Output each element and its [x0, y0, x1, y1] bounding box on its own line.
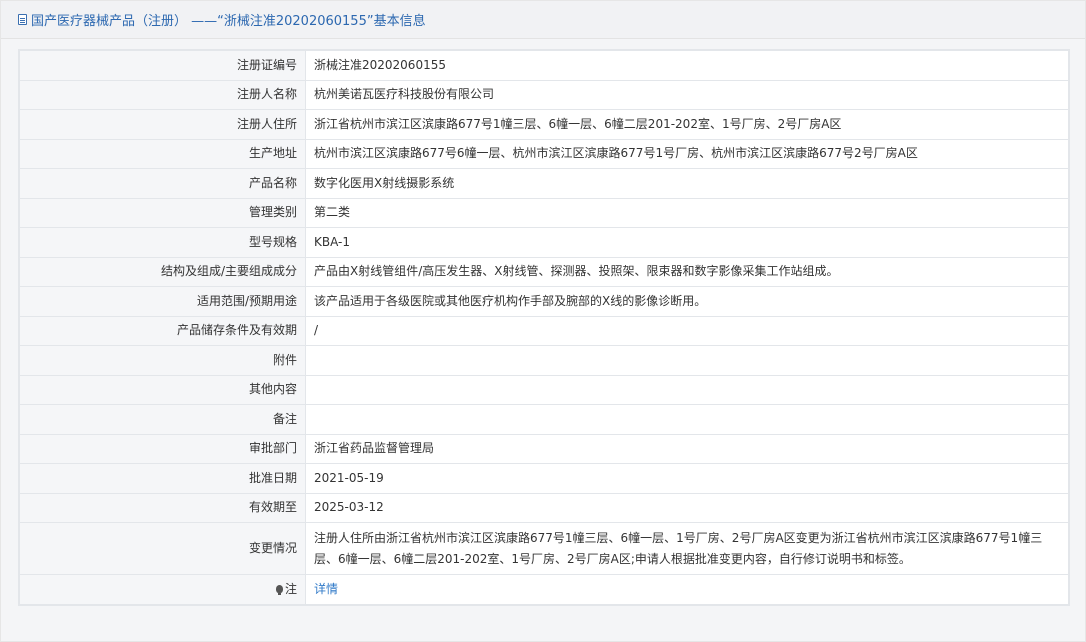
table-row: 注册人住所 浙江省杭州市滨江区滨康路677号1幢三层、6幢一层、6幢二层201-… [19, 109, 1069, 140]
table-row: 结构及组成/主要组成成分 产品由X射线管组件/高压发生器、X射线管、探测器、投照… [19, 256, 1069, 287]
field-value: 杭州市滨江区滨康路677号6幢一层、杭州市滨江区滨康路677号1号厂房、杭州市滨… [305, 138, 1069, 169]
table-row: 有效期至 2025-03-12 [19, 492, 1069, 523]
field-value [305, 404, 1069, 435]
table-row: 注册证编号 浙械注准20202060155 [19, 50, 1069, 81]
field-label: 结构及组成/主要组成成分 [19, 256, 306, 287]
field-label: 注册人住所 [19, 109, 306, 140]
table-row: 其他内容 [19, 374, 1069, 405]
field-value: 浙江省杭州市滨江区滨康路677号1幢三层、6幢一层、6幢二层201-202室、1… [305, 109, 1069, 140]
field-value: 2025-03-12 [305, 492, 1069, 523]
table-row: 注册人名称 杭州美诺瓦医疗科技股份有限公司 [19, 79, 1069, 110]
table-row: 备注 [19, 404, 1069, 435]
note-row: 注 详情 [19, 574, 1069, 605]
field-value: 数字化医用X射线摄影系统 [305, 168, 1069, 199]
field-label: 批准日期 [19, 463, 306, 494]
field-label: 备注 [19, 404, 306, 435]
field-value: 该产品适用于各级医院或其他医疗机构作手部及腕部的X线的影像诊断用。 [305, 286, 1069, 317]
field-value: 浙江省药品监督管理局 [305, 433, 1069, 464]
field-label: 附件 [19, 345, 306, 376]
page-title: 国产医疗器械产品（注册） ——“浙械注准20202060155”基本信息 [31, 14, 426, 29]
field-value: 浙械注准20202060155 [305, 50, 1069, 81]
table-row: 变更情况 注册人住所由浙江省杭州市滨江区滨康路677号1幢三层、6幢一层、1号厂… [19, 522, 1069, 575]
field-label: 适用范围/预期用途 [19, 286, 306, 317]
field-label: 产品名称 [19, 168, 306, 199]
field-value: 杭州美诺瓦医疗科技股份有限公司 [305, 79, 1069, 110]
field-label: 注册证编号 [19, 50, 306, 81]
note-label-cell: 注 [19, 574, 306, 605]
field-label: 生产地址 [19, 138, 306, 169]
details-link[interactable]: 详情 [314, 582, 338, 596]
field-label: 产品储存条件及有效期 [19, 315, 306, 346]
field-value: 注册人住所由浙江省杭州市滨江区滨康路677号1幢三层、6幢一层、1号厂房、2号厂… [305, 522, 1069, 575]
table-row: 生产地址 杭州市滨江区滨康路677号6幢一层、杭州市滨江区滨康路677号1号厂房… [19, 138, 1069, 169]
page-header: 国产医疗器械产品（注册） ——“浙械注准20202060155”基本信息 [1, 1, 1085, 39]
note-value-cell: 详情 [305, 574, 1069, 605]
field-label: 变更情况 [19, 522, 306, 575]
info-table: 注册证编号 浙械注准20202060155 注册人名称 杭州美诺瓦医疗科技股份有… [19, 50, 1069, 605]
table-row: 审批部门 浙江省药品监督管理局 [19, 433, 1069, 464]
table-row: 批准日期 2021-05-19 [19, 463, 1069, 494]
table-row: 附件 [19, 345, 1069, 376]
field-value: KBA-1 [305, 227, 1069, 258]
field-value: 产品由X射线管组件/高压发生器、X射线管、探测器、投照架、限束器和数字影像采集工… [305, 256, 1069, 287]
field-value: 2021-05-19 [305, 463, 1069, 494]
field-label: 管理类别 [19, 197, 306, 228]
field-label: 有效期至 [19, 492, 306, 523]
field-label: 审批部门 [19, 433, 306, 464]
field-value: 第二类 [305, 197, 1069, 228]
lightbulb-icon [275, 584, 283, 595]
table-row: 型号规格 KBA-1 [19, 227, 1069, 258]
field-label: 注册人名称 [19, 79, 306, 110]
field-value [305, 374, 1069, 405]
page-frame: 国产医疗器械产品（注册） ——“浙械注准20202060155”基本信息 注册证… [0, 0, 1086, 642]
field-label: 型号规格 [19, 227, 306, 258]
field-label: 其他内容 [19, 374, 306, 405]
table-row: 产品名称 数字化医用X射线摄影系统 [19, 168, 1069, 199]
table-row: 适用范围/预期用途 该产品适用于各级医院或其他医疗机构作手部及腕部的X线的影像诊… [19, 286, 1069, 317]
info-panel: 注册证编号 浙械注准20202060155 注册人名称 杭州美诺瓦医疗科技股份有… [18, 49, 1070, 606]
field-value [305, 345, 1069, 376]
note-label: 注 [284, 581, 297, 596]
table-row: 产品储存条件及有效期 / [19, 315, 1069, 346]
table-row: 管理类别 第二类 [19, 197, 1069, 228]
field-value: / [305, 315, 1069, 346]
document-icon [18, 14, 27, 25]
